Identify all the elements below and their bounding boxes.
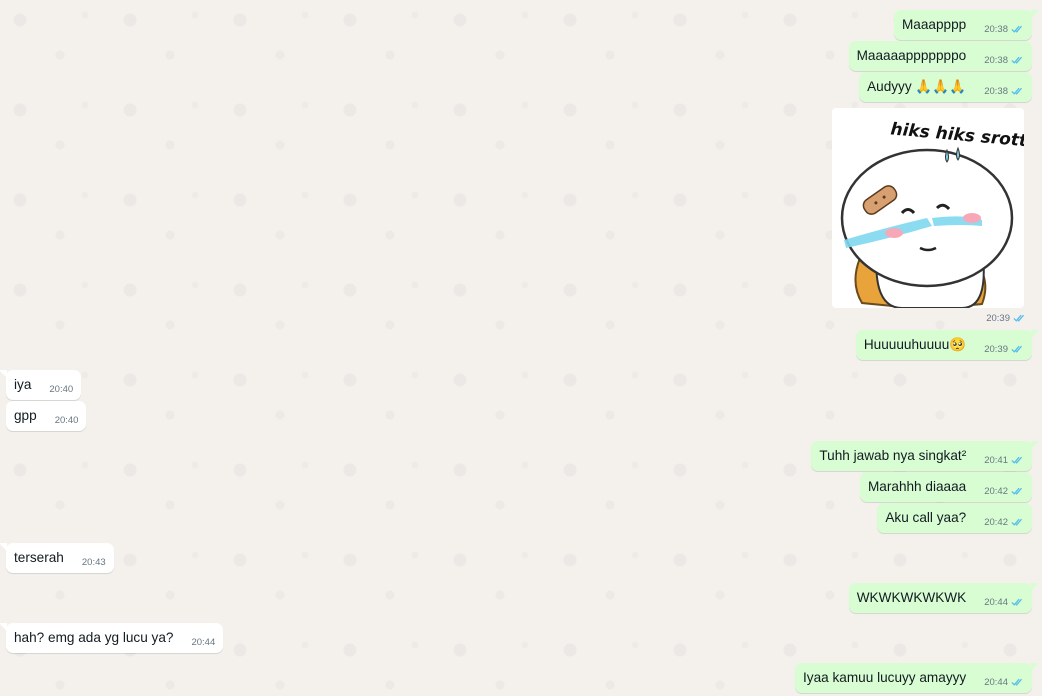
- message-text: Iyaa kamuu lucuyy amayyy: [803, 670, 967, 685]
- message-time: 20:44: [191, 637, 216, 648]
- message-text: hah? emg ada yg lucu ya?: [14, 630, 174, 645]
- outgoing-message[interactable]: Huuuuuhuuuu🥺 20:39: [855, 330, 1040, 360]
- double-check-icon: [1011, 345, 1022, 353]
- double-check-icon: [1011, 456, 1022, 464]
- chat-message-area: Maaapppp 20:38 Maaaaapppppppo 20:38 Audyyy…: [0, 0, 1042, 696]
- double-check-icon: [1011, 56, 1022, 64]
- sticker-message[interactable]: hiks hiks srott..: [832, 108, 1041, 309]
- message-text: Tuhh jawab nya singkat²: [819, 448, 967, 463]
- message-text: Maaaaapppppppo: [856, 48, 967, 63]
- message-time: 20:40: [54, 415, 79, 426]
- message-time: 20:41: [984, 455, 1008, 466]
- sticker-meta: 20:39: [986, 313, 1026, 324]
- double-check-icon: [1011, 87, 1022, 95]
- message-meta: 20:38: [984, 52, 1024, 70]
- message-text: iya: [14, 377, 32, 392]
- message-text: gpp: [14, 408, 37, 423]
- message-time: 20:40: [49, 384, 74, 395]
- crying-sticker-image: hiks hiks srott..: [840, 119, 1041, 309]
- message-time: 20:44: [984, 597, 1008, 608]
- message-meta: 20:39: [984, 341, 1024, 359]
- message-meta: 20:44: [984, 674, 1024, 692]
- outgoing-message[interactable]: Maaaaapppppppo 20:38: [848, 41, 1032, 71]
- incoming-message[interactable]: gpp 20:40: [6, 401, 87, 431]
- double-check-icon: [1011, 678, 1022, 686]
- double-check-icon: [1011, 518, 1022, 526]
- message-meta: 20:38: [984, 21, 1024, 39]
- message-text: WKWKWKWKWK: [856, 590, 967, 605]
- message-text: Audyyy 🙏🙏🙏: [867, 79, 967, 94]
- message-meta: 20:38: [984, 83, 1024, 101]
- message-time: 20:42: [984, 517, 1008, 528]
- message-meta: 20:41: [984, 452, 1024, 470]
- outgoing-message[interactable]: Aku call yaa? 20:42: [877, 503, 1032, 533]
- double-check-icon: [1011, 25, 1022, 33]
- message-meta: 20:42: [984, 483, 1024, 501]
- sticker-caption: hiks hiks srott..: [890, 119, 1024, 152]
- message-time: 20:38: [984, 55, 1008, 66]
- message-time: 20:39: [984, 344, 1008, 355]
- message-text: Aku call yaa?: [885, 510, 967, 525]
- outgoing-message[interactable]: Iyaa kamuu lucuyy amayyy 20:44: [795, 663, 1039, 693]
- double-check-icon: [1011, 487, 1022, 495]
- message-time: 20:43: [81, 557, 106, 568]
- message-text: Marahhh diaaaa: [867, 479, 967, 494]
- double-check-icon: [1011, 598, 1022, 606]
- double-check-icon: [1013, 314, 1024, 322]
- message-meta: 20:44: [984, 594, 1024, 612]
- message-text: Huuuuuhuuuu🥺: [863, 337, 967, 352]
- message-time: 20:39: [986, 313, 1010, 324]
- outgoing-message[interactable]: Marahhh diaaaa 20:42: [859, 472, 1032, 502]
- incoming-message[interactable]: terserah 20:43: [0, 543, 114, 573]
- message-time: 20:38: [984, 86, 1008, 97]
- message-text: Maaapppp: [901, 17, 967, 32]
- incoming-message[interactable]: iya 20:40: [0, 370, 82, 400]
- outgoing-message[interactable]: Audyyy 🙏🙏🙏 20:38: [859, 72, 1032, 102]
- message-time: 20:38: [984, 24, 1008, 35]
- message-time: 20:42: [984, 486, 1008, 497]
- message-meta: 20:42: [984, 514, 1024, 532]
- outgoing-message[interactable]: WKWKWKWKWK 20:44: [848, 583, 1040, 613]
- incoming-message[interactable]: hah? emg ada yg lucu ya? 20:44: [0, 623, 224, 653]
- outgoing-message[interactable]: Maaapppp 20:38: [893, 10, 1040, 40]
- outgoing-message[interactable]: Tuhh jawab nya singkat² 20:41: [811, 441, 1039, 471]
- message-time: 20:44: [984, 677, 1008, 688]
- message-text: terserah: [14, 550, 64, 565]
